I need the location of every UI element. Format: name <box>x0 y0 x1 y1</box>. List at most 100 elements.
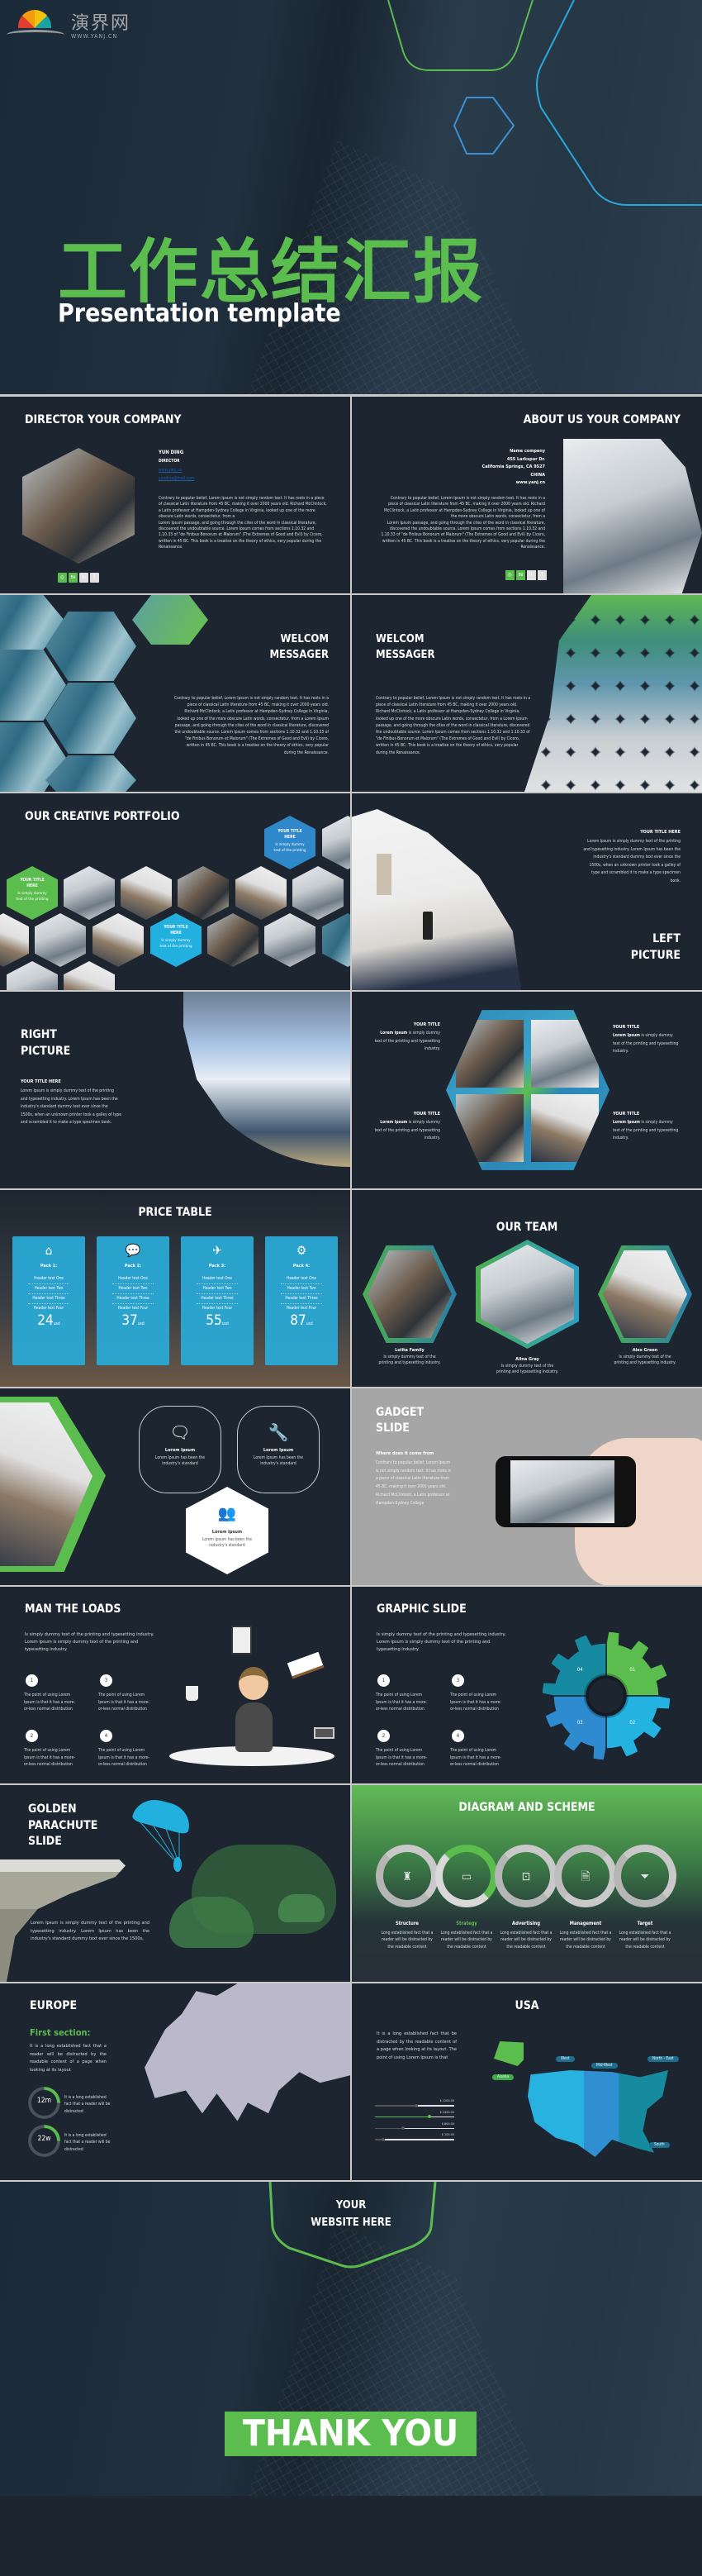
step-ring[interactable]: ♜ <box>376 1845 439 1907</box>
pack-feature: Header text Four <box>33 1307 64 1311</box>
pack-feature: Header text One <box>287 1277 316 1281</box>
about-text: Contrary to popular belief, Lorem Ipsum … <box>380 496 545 551</box>
quad-text-bottom-right: YOUR TITLE Lorem Ipsum is simply dummy t… <box>613 1112 679 1143</box>
alaska-map <box>494 2041 524 2066</box>
slide-cover: 演界网 WWW.YANJ.CN 工作总结汇报 Presentation temp… <box>0 0 702 394</box>
step-label: Advertising <box>512 1921 540 1926</box>
region-label[interactable]: South <box>649 2142 670 2148</box>
slide-portfolio: OUR CREATIVE PORTFOLIO YOUR TITLE HERE I… <box>0 793 350 990</box>
member-photo <box>481 1245 574 1344</box>
phone-in-hands <box>423 912 433 940</box>
portfolio-photo-hex <box>322 816 350 869</box>
framed-photo <box>0 1402 92 1566</box>
portfolio-photo-hex <box>121 866 172 920</box>
social-icons: ◎ Bē in f <box>505 570 547 580</box>
slider-handle[interactable] <box>414 2103 418 2107</box>
pack-name: Pack 3: <box>208 1264 226 1269</box>
slide-title: OUR TEAM <box>496 1221 558 1234</box>
wechat-icon[interactable]: ◎ <box>58 573 67 583</box>
slider-handle[interactable] <box>428 2115 432 2119</box>
price-unit: usd <box>137 1321 145 1326</box>
slider-handle[interactable] <box>401 2126 405 2131</box>
member-photo-frame <box>363 1245 457 1343</box>
icon-hex-team: 👥 Lorem Ipsum Lorem Ipsum has been the i… <box>186 1487 268 1574</box>
slider-fill <box>375 2105 416 2107</box>
paper-plane-icon: ✈ <box>212 1243 222 1258</box>
stat-value: 12m <box>36 2097 52 2105</box>
wechat-icon[interactable]: ◎ <box>505 570 515 580</box>
behance-icon[interactable]: Bē <box>69 573 78 583</box>
bio-paragraph: Contrary to popular belief, Lorem Ipsum … <box>159 496 327 520</box>
behance-icon[interactable]: Bē <box>516 570 525 580</box>
region-label[interactable]: West <box>556 2056 575 2062</box>
pack-price: 55usd <box>181 1312 254 1329</box>
chat-bubbles-icon: 🗨 <box>169 1422 191 1442</box>
subtitle: Where does it come from <box>376 1451 434 1456</box>
facebook-icon[interactable]: f <box>90 573 99 583</box>
number-badge: 4 <box>452 1730 464 1742</box>
coffee-cup-icon <box>186 1686 198 1701</box>
price-card[interactable]: ✈ Pack 3: Header text One Header text Two He… <box>181 1236 254 1365</box>
laptop-icon <box>314 1727 334 1739</box>
website-link[interactable]: www.yanj.cn <box>159 468 182 473</box>
company-photo <box>563 439 702 593</box>
pack-name: Pack 4: <box>292 1264 311 1269</box>
slide-title: WELCOM MESSAGER <box>269 631 329 663</box>
tablet-icon <box>231 1626 252 1655</box>
parachute-lines <box>140 1821 182 1872</box>
blue-hex-outline-large <box>536 0 702 206</box>
linkedin-icon[interactable]: in <box>527 570 536 580</box>
gear-label: 04 <box>577 1667 583 1673</box>
email-link[interactable]: yundina@mail.com <box>159 476 194 481</box>
facebook-icon[interactable]: f <box>538 570 547 580</box>
step-desc: Long established fact that a reader will… <box>619 1931 671 1950</box>
divider <box>112 1283 154 1284</box>
step-ring[interactable]: ⊡ <box>495 1845 557 1907</box>
pack-feature: Header text Two <box>34 1287 64 1291</box>
portfolio-photo-hex <box>7 961 58 990</box>
footer-band <box>0 2496 702 2576</box>
step-ring[interactable]: ⏷ <box>614 1845 676 1907</box>
portfolio-photo-hex <box>292 866 344 920</box>
region-label[interactable]: Alaska <box>492 2074 515 2080</box>
pack-feature: Header text One <box>118 1277 148 1281</box>
member-desc: Is simply dummy text of the printing and… <box>496 1364 559 1375</box>
pack-name: Pack 2: <box>124 1264 142 1269</box>
quad-text: Lorem Ipsum is simply dummy text of the … <box>613 1032 679 1056</box>
linkedin-icon[interactable]: in <box>79 573 88 583</box>
price-value: 37 <box>121 1312 138 1329</box>
welcome-paragraph: Contrary to popular belief, Lorem Ipsum … <box>173 696 329 755</box>
step-ring[interactable]: ▭ <box>435 1845 498 1907</box>
divider <box>197 1293 238 1294</box>
website-label: YOUR WEBSITE HERE <box>0 2197 702 2231</box>
smartphone <box>496 1456 636 1527</box>
slider-track[interactable] <box>375 2139 454 2140</box>
website-line: WEBSITE HERE <box>311 2217 391 2229</box>
right-picture-paragraph: Lorem Ipsum is simply dummy text of the … <box>21 1088 122 1126</box>
slider-handle[interactable] <box>381 2137 385 2141</box>
pack-feature: Header text One <box>34 1277 64 1281</box>
portfolio-tile-blue[interactable]: YOUR TITLE HERE Is simply dummy text of … <box>264 816 315 869</box>
slide-man-the-loads: MAN THE LOADS Is simply dummy text of th… <box>0 1587 350 1783</box>
member-name: Lolita Family <box>395 1348 425 1353</box>
region-label[interactable]: Mid-West <box>591 2063 618 2069</box>
quad-bold: Lorem Ipsum <box>380 1031 408 1036</box>
price-card[interactable]: 💬 Pack 2: Header text One Header text Two He… <box>97 1236 169 1365</box>
price-card[interactable]: ⚙ Pack 4: Header text One Header text Two He… <box>265 1236 338 1365</box>
quad-photo <box>456 1020 524 1088</box>
website-line: YOUR <box>335 2199 367 2212</box>
portfolio-photo-hex <box>207 913 259 967</box>
document-search-icon: 🗎 <box>581 1870 591 1883</box>
step-desc: Long established fact that a reader will… <box>559 1931 612 1950</box>
region-label[interactable]: North - East <box>647 2056 679 2062</box>
price-value: 55 <box>206 1312 222 1329</box>
section-paragraph: It is a long established fact that a rea… <box>30 2044 107 2074</box>
step-ring[interactable]: 🗎 <box>554 1845 617 1907</box>
company-name: Name company <box>510 449 545 454</box>
portfolio-tile-cyan[interactable]: YOUR TITLE HERE Is simply dummy text of … <box>150 913 202 967</box>
step-label: Management <box>569 1921 602 1926</box>
price-card[interactable]: ⌂ Pack 1: Header text One Header text Two He… <box>12 1236 85 1365</box>
pack-feature: Header text Three <box>285 1297 318 1301</box>
portfolio-tile-green[interactable]: YOUR TITLE HERE Is simply dummy text of … <box>7 866 58 920</box>
quad-text-top-left: YOUR TITLE Lorem Ipsum is simply dummy t… <box>374 1022 440 1054</box>
